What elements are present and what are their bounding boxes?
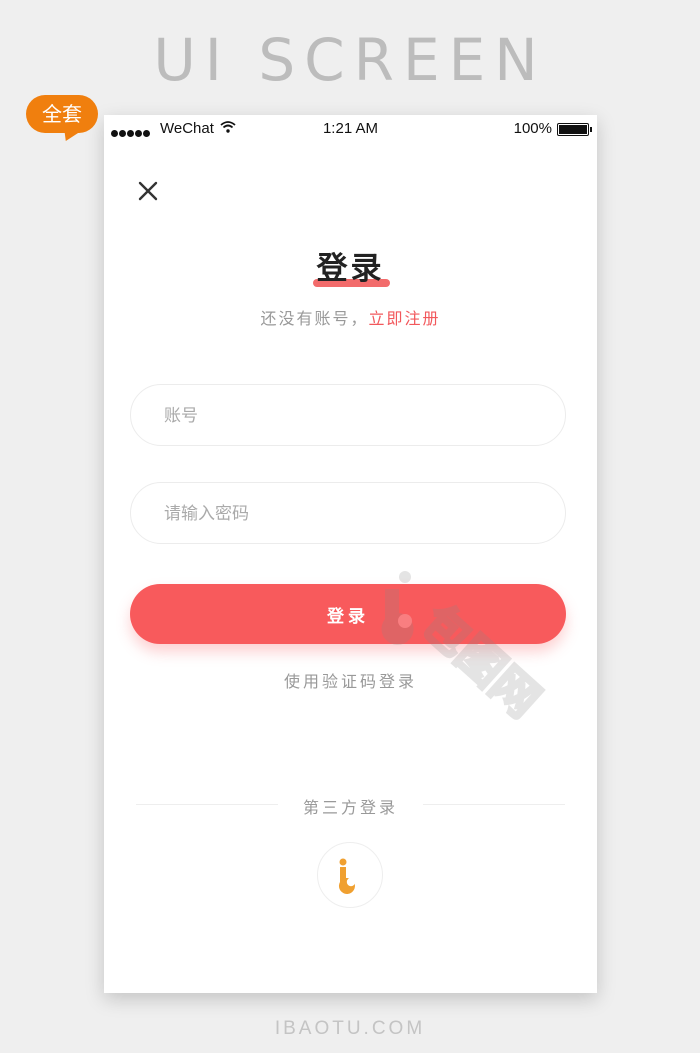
- password-field[interactable]: [130, 482, 566, 545]
- login-button[interactable]: 登录: [130, 584, 566, 644]
- ibaotu-logo-icon: [338, 858, 356, 894]
- no-account-text: 还没有账号，: [260, 309, 369, 328]
- register-prompt: 还没有账号，立即注册: [104, 305, 597, 329]
- account-input[interactable]: [131, 385, 526, 447]
- page-header-title: UI SCREEN: [153, 26, 547, 94]
- password-input[interactable]: [131, 483, 526, 545]
- footer-brand: IBAOTU.COM: [274, 1018, 426, 1039]
- phone-screen: WeChat 1:21 AM 100% 登录 还没有账号，立即注册 登录 使用验…: [104, 115, 597, 993]
- third-party-label: 第三方登录: [302, 798, 398, 817]
- full-set-badge: 全套: [26, 95, 98, 133]
- register-link[interactable]: 立即注册: [369, 309, 441, 328]
- status-bar: WeChat 1:21 AM 100%: [104, 115, 597, 143]
- account-field[interactable]: [130, 384, 566, 447]
- third-party-login-button[interactable]: [317, 842, 383, 908]
- sms-login-link[interactable]: 使用验证码登录: [104, 668, 597, 692]
- battery-icon: [557, 123, 592, 136]
- battery-percentage: 100%: [513, 120, 552, 137]
- close-icon[interactable]: [136, 179, 160, 203]
- divider-right: [423, 804, 565, 805]
- login-title: 登录: [316, 251, 385, 287]
- login-title-wrap: 登录: [104, 249, 597, 289]
